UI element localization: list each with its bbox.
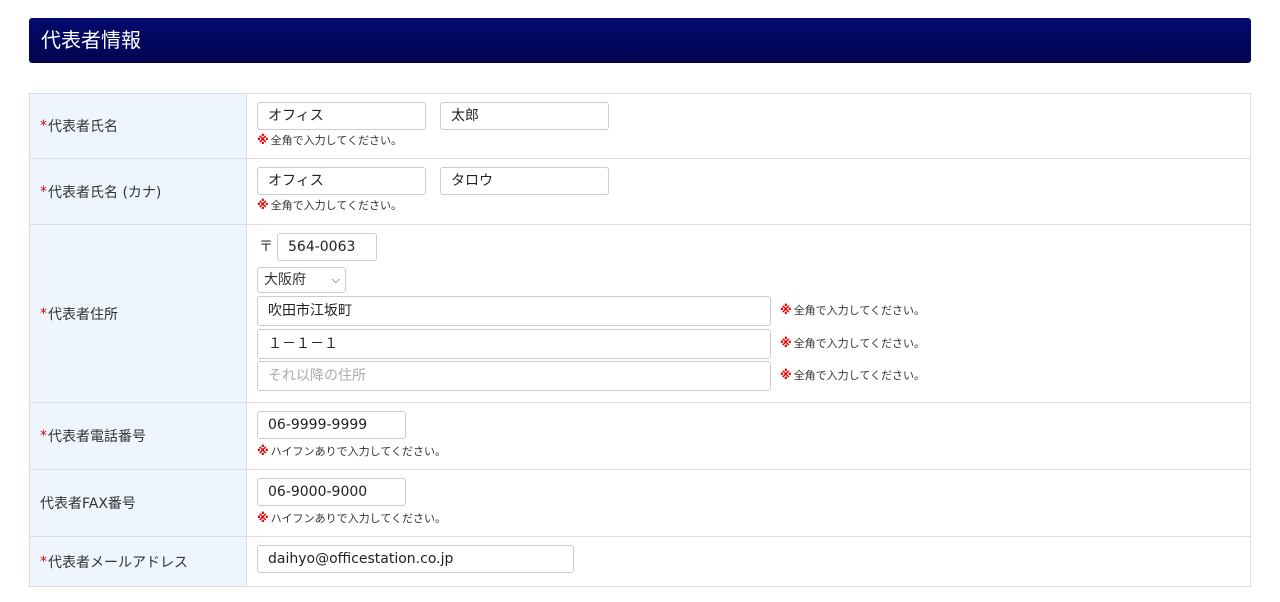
address-line3-input[interactable]: それ以降の住所: [257, 361, 771, 391]
address-note-text: 全角で入力してください。: [793, 369, 926, 382]
fax-note-text: ハイフンありで入力してください。: [270, 512, 447, 525]
kana-label: * 代表者氏名 (カナ): [30, 159, 247, 224]
note-mark: ※: [257, 198, 269, 212]
representative-form: * 代表者氏名 オフィス 太郎 ※ 全角で入力してください。 * 代表者氏名 (カ…: [29, 93, 1251, 587]
email-value-cell: daihyo@officestation.co.jp: [247, 537, 1250, 586]
address-note-text: 全角で入力してください。: [793, 304, 926, 317]
address-value-cell: 〒 564-0063 大阪府 ⌵ 吹田市江坂町 ※ 全角で入力してください。 １－…: [247, 225, 1250, 402]
row-address: * 代表者住所 〒 564-0063 大阪府 ⌵ 吹田市江坂町 ※ 全角で入力して…: [30, 225, 1250, 403]
note-mark: ※: [257, 444, 269, 458]
phone-note-text: ハイフンありで入力してください。: [270, 445, 447, 458]
row-email: * 代表者メールアドレス daihyo@officestation.co.jp: [30, 537, 1250, 587]
last-name-input[interactable]: オフィス: [257, 102, 426, 130]
email-input[interactable]: daihyo@officestation.co.jp: [257, 545, 574, 573]
kana-label-text: 代表者氏名 (カナ): [48, 184, 162, 201]
fax-label-text: 代表者FAX番号: [40, 496, 136, 512]
row-name: * 代表者氏名 オフィス 太郎 ※ 全角で入力してください。: [30, 94, 1250, 159]
kana-value-cell: オフィス タロウ ※ 全角で入力してください。: [247, 159, 1250, 224]
phone-value-cell: 06-9999-9999 ※ ハイフンありで入力してください。: [247, 403, 1250, 469]
note-mark: ※: [780, 336, 792, 350]
fax-value-cell: 06-9000-9000 ※ ハイフンありで入力してください。: [247, 470, 1250, 536]
note-mark: ※: [257, 511, 269, 525]
row-fax: 代表者FAX番号 06-9000-9000 ※ ハイフンありで入力してください。: [30, 470, 1250, 537]
required-mark: *: [40, 553, 47, 570]
address-line3-note: ※ 全角で入力してください。: [780, 368, 925, 383]
row-kana: * 代表者氏名 (カナ) オフィス タロウ ※ 全角で入力してください。: [30, 159, 1250, 225]
note-mark: ※: [780, 368, 792, 382]
name-note-text: 全角で入力してください。: [270, 134, 403, 147]
postal-mark-icon: 〒: [259, 239, 273, 255]
required-mark: *: [40, 305, 47, 322]
name-note: ※ 全角で入力してください。: [257, 133, 402, 148]
required-mark: *: [40, 118, 47, 134]
email-label: * 代表者メールアドレス: [30, 537, 247, 586]
first-name-input[interactable]: 太郎: [440, 102, 609, 130]
phone-label-text: 代表者電話番号: [48, 429, 146, 445]
section-header: 代表者情報: [29, 18, 1251, 63]
first-name-kana-input[interactable]: タロウ: [440, 167, 609, 195]
address-line2-input[interactable]: １－１－１: [257, 329, 771, 359]
email-label-text: 代表者メールアドレス: [48, 554, 188, 571]
address-note-text: 全角で入力してください。: [793, 337, 926, 350]
kana-note-text: 全角で入力してください。: [270, 199, 403, 212]
fax-note: ※ ハイフンありで入力してください。: [257, 511, 446, 526]
address-line1-input[interactable]: 吹田市江坂町: [257, 296, 771, 326]
section-title: 代表者情報: [41, 28, 141, 52]
phone-label: * 代表者電話番号: [30, 403, 247, 469]
zip-code-input[interactable]: 564-0063: [277, 233, 377, 261]
note-mark: ※: [780, 303, 792, 317]
phone-input[interactable]: 06-9999-9999: [257, 411, 406, 439]
required-mark: *: [40, 183, 47, 200]
name-label-text: 代表者氏名: [48, 119, 118, 135]
address-line1-note: ※ 全角で入力してください。: [780, 303, 925, 318]
kana-note: ※ 全角で入力してください。: [257, 198, 402, 213]
name-value-cell: オフィス 太郎 ※ 全角で入力してください。: [247, 94, 1250, 158]
address-label-text: 代表者住所: [48, 306, 118, 323]
row-phone: * 代表者電話番号 06-9999-9999 ※ ハイフンありで入力してください。: [30, 403, 1250, 470]
address-line2-note: ※ 全角で入力してください。: [780, 336, 925, 351]
note-mark: ※: [257, 133, 269, 147]
address-label: * 代表者住所: [30, 225, 247, 402]
name-label: * 代表者氏名: [30, 94, 247, 158]
last-name-kana-input[interactable]: オフィス: [257, 167, 426, 195]
chevron-down-icon: ⌵: [331, 273, 340, 286]
phone-note: ※ ハイフンありで入力してください。: [257, 444, 446, 459]
prefecture-select[interactable]: 大阪府 ⌵: [257, 267, 346, 293]
fax-label: 代表者FAX番号: [30, 470, 247, 536]
prefecture-value: 大阪府: [264, 272, 306, 288]
fax-input[interactable]: 06-9000-9000: [257, 478, 406, 506]
required-mark: *: [40, 428, 47, 444]
